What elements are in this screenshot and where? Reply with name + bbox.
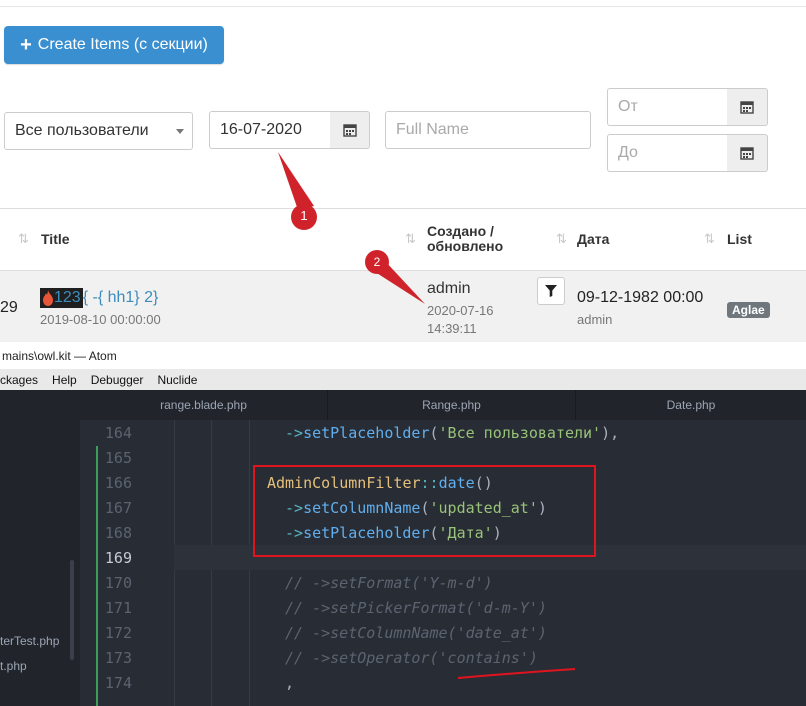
- row-date-by: admin: [577, 312, 613, 327]
- sort-icon[interactable]: ⇅: [704, 231, 715, 247]
- annotation-underline: [457, 668, 576, 679]
- line-number: 166: [104, 474, 132, 492]
- row-created-by: admin: [427, 280, 471, 297]
- tab-date-php[interactable]: Date.php: [576, 390, 806, 420]
- row-title-link[interactable]: 123: [54, 289, 81, 307]
- fullname-input[interactable]: Full Name: [385, 111, 591, 149]
- filter-icon: [545, 285, 557, 297]
- row-created-date: 2020-07-16: [427, 303, 494, 318]
- filter-button[interactable]: [537, 277, 565, 305]
- sort-icon[interactable]: ⇅: [18, 231, 29, 247]
- code-token: ),: [601, 424, 620, 442]
- row-title[interactable]: 123 { -{ hh1} 2}: [40, 288, 158, 308]
- line-number: 174: [104, 674, 132, 692]
- line-number: 172: [104, 624, 132, 642]
- tab-label: Date.php: [666, 398, 716, 412]
- users-select-value: Все пользователи: [15, 122, 149, 139]
- row-title-date: 2019-08-10 00:00:00: [40, 312, 161, 327]
- date-picker-button[interactable]: [330, 111, 370, 149]
- calendar-icon: [740, 101, 754, 114]
- row-title-highlight: 123: [40, 288, 83, 308]
- code-token: setPlaceholder: [303, 424, 430, 442]
- row-date: 09-12-1982 00:00: [577, 289, 704, 306]
- table-top-divider: [0, 208, 806, 209]
- tree-item-file[interactable]: t.php: [0, 659, 27, 673]
- to-date-input[interactable]: До: [607, 134, 728, 172]
- annotation-label-1: 1: [300, 208, 308, 223]
- code-line-174: ,: [285, 674, 295, 692]
- create-items-label: Create Items (с секции): [37, 36, 208, 53]
- chevron-down-icon: [176, 129, 184, 134]
- atom-window-title: mains\owl.kit — Atom: [0, 343, 806, 369]
- calendar-icon: [342, 124, 357, 137]
- line-number: 165: [104, 449, 132, 467]
- code-line-164: ->setPlaceholder('Все пользователи'),: [285, 424, 619, 442]
- row-created-time: 14:39:11: [427, 321, 477, 336]
- col-header-created[interactable]: Создано / обновлено: [427, 224, 519, 254]
- tab-label: Range.php: [422, 398, 481, 412]
- line-number: 170: [104, 574, 132, 592]
- col-header-title[interactable]: Title: [41, 231, 70, 247]
- atom-menubar: ckages Help Debugger Nuclide: [0, 369, 806, 390]
- line-number: 173: [104, 649, 132, 667]
- code-token: ->: [285, 424, 304, 442]
- sort-icon[interactable]: ⇅: [556, 231, 567, 247]
- line-number: 167: [104, 499, 132, 517]
- menu-item-packages[interactable]: ckages: [0, 373, 38, 387]
- plus-icon: +: [20, 34, 32, 56]
- tab-label: range.blade.php: [160, 398, 247, 412]
- annotation-label-2: 2: [373, 255, 381, 269]
- editor-tabs: range.blade.php Range.php Date.php: [80, 390, 806, 420]
- annotation-highlight-box: [253, 465, 596, 557]
- row-id: 29: [0, 299, 18, 316]
- users-select[interactable]: Все пользователи: [4, 112, 193, 150]
- fullname-placeholder: Full Name: [396, 121, 469, 138]
- row-list-badge: Aglae: [727, 302, 770, 318]
- code-line-172: // ->setColumnName('date_at'): [285, 624, 547, 642]
- tab-range-php[interactable]: Range.php: [328, 390, 576, 420]
- from-date-picker-button[interactable]: [727, 88, 768, 126]
- col-header-date[interactable]: Дата: [577, 231, 609, 247]
- tree-item-file[interactable]: terTest.php: [0, 634, 59, 648]
- create-items-button[interactable]: + Create Items (с секции): [4, 26, 224, 64]
- top-divider: [0, 6, 806, 7]
- from-date-input[interactable]: От: [607, 88, 728, 126]
- code-line-170: // ->setFormat('Y-m-d'): [285, 574, 493, 592]
- line-number: 168: [104, 524, 132, 542]
- from-placeholder: От: [618, 98, 638, 115]
- to-date-picker-button[interactable]: [727, 134, 768, 172]
- menu-item-help[interactable]: Help: [52, 373, 77, 387]
- line-number: 164: [104, 424, 132, 442]
- row-title-text[interactable]: { -{ hh1} 2}: [83, 289, 159, 307]
- to-placeholder: До: [618, 144, 638, 161]
- code-token: (: [429, 424, 439, 442]
- tab-range-blade[interactable]: range.blade.php: [80, 390, 328, 420]
- date-filter-input[interactable]: 16-07-2020: [209, 111, 331, 149]
- line-number: 171: [104, 599, 132, 617]
- col-header-list[interactable]: List: [727, 231, 752, 247]
- code-line-171: // ->setPickerFormat('d-m-Y'): [285, 599, 547, 617]
- tree-scrollbar[interactable]: [70, 560, 74, 660]
- menu-item-debugger[interactable]: Debugger: [91, 373, 144, 387]
- fire-icon: [43, 290, 53, 306]
- calendar-icon: [740, 147, 754, 160]
- annotation-pointer-2: [365, 250, 425, 304]
- code-token: 'Все пользователи': [438, 424, 602, 442]
- menu-item-nuclide[interactable]: Nuclide: [157, 373, 197, 387]
- date-filter-value: 16-07-2020: [220, 121, 302, 138]
- line-number-current: 169: [104, 549, 132, 567]
